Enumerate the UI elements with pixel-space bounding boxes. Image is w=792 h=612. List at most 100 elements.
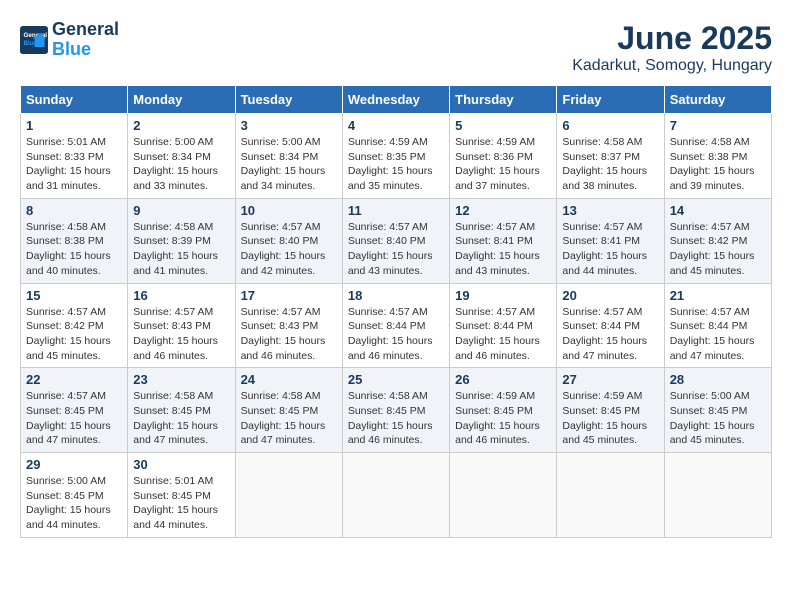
calendar-week-row: 29 Sunrise: 5:00 AM Sunset: 8:45 PM Dayli… bbox=[21, 453, 772, 538]
day-info: Sunrise: 4:57 AM Sunset: 8:40 PM Dayligh… bbox=[348, 220, 444, 279]
table-row: 18 Sunrise: 4:57 AM Sunset: 8:44 PM Dayli… bbox=[342, 283, 449, 368]
day-number: 12 bbox=[455, 203, 551, 218]
month-title: June 2025 bbox=[572, 20, 772, 57]
calendar-header-row: Sunday Monday Tuesday Wednesday Thursday… bbox=[21, 86, 772, 114]
col-sunday: Sunday bbox=[21, 86, 128, 114]
table-row: 4 Sunrise: 4:59 AM Sunset: 8:35 PM Daylig… bbox=[342, 114, 449, 199]
table-row bbox=[235, 453, 342, 538]
day-info: Sunrise: 4:57 AM Sunset: 8:41 PM Dayligh… bbox=[455, 220, 551, 279]
table-row: 17Sunrise: 4:57 AM Sunset: 8:43 PM Dayli… bbox=[235, 283, 342, 368]
table-row: 16 Sunrise: 4:57 AM Sunset: 8:43 PM Dayli… bbox=[128, 283, 235, 368]
table-row: 23 Sunrise: 4:58 AM Sunset: 8:45 PM Dayli… bbox=[128, 368, 235, 453]
day-info: Sunrise: 4:57 AM Sunset: 8:41 PM Dayligh… bbox=[562, 220, 658, 279]
day-info: Sunrise: 4:57 AM Sunset: 8:40 PM Dayligh… bbox=[241, 220, 337, 279]
col-saturday: Saturday bbox=[664, 86, 771, 114]
day-info: Sunrise: 5:00 AM Sunset: 8:34 PM Dayligh… bbox=[133, 135, 229, 194]
table-row bbox=[557, 453, 664, 538]
day-number: 11 bbox=[348, 203, 444, 218]
table-row: 8 Sunrise: 4:58 AM Sunset: 8:38 PM Daylig… bbox=[21, 198, 128, 283]
table-row bbox=[342, 453, 449, 538]
table-row: 26Sunrise: 4:59 AM Sunset: 8:45 PM Dayli… bbox=[450, 368, 557, 453]
location-title: Kadarkut, Somogy, Hungary bbox=[572, 57, 772, 75]
logo-icon: General Blue bbox=[20, 26, 48, 54]
day-number: 18 bbox=[348, 288, 444, 303]
day-number: 15 bbox=[26, 288, 122, 303]
calendar-week-row: 22 Sunrise: 4:57 AM Sunset: 8:45 PM Dayli… bbox=[21, 368, 772, 453]
calendar-week-row: 8 Sunrise: 4:58 AM Sunset: 8:38 PM Daylig… bbox=[21, 198, 772, 283]
table-row bbox=[450, 453, 557, 538]
col-monday: Monday bbox=[128, 86, 235, 114]
page-header: General Blue GeneralBlue June 2025 Kadar… bbox=[20, 20, 772, 75]
day-number: 30 bbox=[133, 457, 229, 472]
table-row: 7 Sunrise: 4:58 AM Sunset: 8:38 PM Daylig… bbox=[664, 114, 771, 199]
day-number: 29 bbox=[26, 457, 122, 472]
day-number: 6 bbox=[562, 118, 658, 133]
table-row: 5 Sunrise: 4:59 AM Sunset: 8:36 PM Daylig… bbox=[450, 114, 557, 199]
table-row: 25 Sunrise: 4:58 AM Sunset: 8:45 PM Dayli… bbox=[342, 368, 449, 453]
table-row: 30 Sunrise: 5:01 AM Sunset: 8:45 PM Dayli… bbox=[128, 453, 235, 538]
day-info: Sunrise: 5:01 AM Sunset: 8:33 PM Dayligh… bbox=[26, 135, 122, 194]
day-number: 3 bbox=[241, 118, 337, 133]
table-row: 11 Sunrise: 4:57 AM Sunset: 8:40 PM Dayli… bbox=[342, 198, 449, 283]
day-number: 23 bbox=[133, 372, 229, 387]
table-row: 9 Sunrise: 4:58 AM Sunset: 8:39 PM Daylig… bbox=[128, 198, 235, 283]
day-info: Sunrise: 4:57 AM Sunset: 8:42 PM Dayligh… bbox=[670, 220, 766, 279]
day-number: 28 bbox=[670, 372, 766, 387]
day-number: 20 bbox=[562, 288, 658, 303]
day-number: 5 bbox=[455, 118, 551, 133]
day-info: Sunrise: 5:00 AM Sunset: 8:45 PM Dayligh… bbox=[670, 389, 766, 448]
day-number: 19 bbox=[455, 288, 551, 303]
table-row: 27 Sunrise: 4:59 AM Sunset: 8:45 PM Dayli… bbox=[557, 368, 664, 453]
table-row: 20Sunrise: 4:57 AM Sunset: 8:44 PM Dayli… bbox=[557, 283, 664, 368]
day-info: Sunrise: 4:57 AM Sunset: 8:44 PM Dayligh… bbox=[455, 305, 551, 364]
table-row: 24Sunrise: 4:58 AM Sunset: 8:45 PM Dayli… bbox=[235, 368, 342, 453]
calendar-table: Sunday Monday Tuesday Wednesday Thursday… bbox=[20, 85, 772, 538]
day-info: Sunrise: 4:58 AM Sunset: 8:45 PM Dayligh… bbox=[133, 389, 229, 448]
day-number: 25 bbox=[348, 372, 444, 387]
day-number: 22 bbox=[26, 372, 122, 387]
table-row: 14Sunrise: 4:57 AM Sunset: 8:42 PM Dayli… bbox=[664, 198, 771, 283]
table-row: 6 Sunrise: 4:58 AM Sunset: 8:37 PM Daylig… bbox=[557, 114, 664, 199]
day-number: 4 bbox=[348, 118, 444, 133]
table-row: 19 Sunrise: 4:57 AM Sunset: 8:44 PM Dayli… bbox=[450, 283, 557, 368]
day-info: Sunrise: 4:58 AM Sunset: 8:38 PM Dayligh… bbox=[670, 135, 766, 194]
day-info: Sunrise: 4:57 AM Sunset: 8:43 PM Dayligh… bbox=[133, 305, 229, 364]
table-row: 3 Sunrise: 5:00 AM Sunset: 8:34 PM Daylig… bbox=[235, 114, 342, 199]
day-number: 27 bbox=[562, 372, 658, 387]
day-info: Sunrise: 4:58 AM Sunset: 8:38 PM Dayligh… bbox=[26, 220, 122, 279]
table-row: 28 Sunrise: 5:00 AM Sunset: 8:45 PM Dayli… bbox=[664, 368, 771, 453]
col-tuesday: Tuesday bbox=[235, 86, 342, 114]
day-info: Sunrise: 4:58 AM Sunset: 8:45 PM Dayligh… bbox=[348, 389, 444, 448]
day-number: 16 bbox=[133, 288, 229, 303]
day-info: Sunrise: 5:00 AM Sunset: 8:45 PM Dayligh… bbox=[26, 474, 122, 533]
day-info: Sunrise: 4:58 AM Sunset: 8:39 PM Dayligh… bbox=[133, 220, 229, 279]
day-number: 13 bbox=[562, 203, 658, 218]
day-info: Sunrise: 4:57 AM Sunset: 8:45 PM Dayligh… bbox=[26, 389, 122, 448]
title-block: June 2025 Kadarkut, Somogy, Hungary bbox=[572, 20, 772, 75]
col-thursday: Thursday bbox=[450, 86, 557, 114]
day-info: Sunrise: 4:57 AM Sunset: 8:44 PM Dayligh… bbox=[670, 305, 766, 364]
day-number: 7 bbox=[670, 118, 766, 133]
day-info: Sunrise: 4:59 AM Sunset: 8:36 PM Dayligh… bbox=[455, 135, 551, 194]
day-number: 1 bbox=[26, 118, 122, 133]
day-info: Sunrise: 4:58 AM Sunset: 8:37 PM Dayligh… bbox=[562, 135, 658, 194]
day-number: 8 bbox=[26, 203, 122, 218]
day-info: Sunrise: 4:57 AM Sunset: 8:44 PM Dayligh… bbox=[348, 305, 444, 364]
day-number: 17 bbox=[241, 288, 337, 303]
day-number: 21 bbox=[670, 288, 766, 303]
day-info: Sunrise: 4:59 AM Sunset: 8:35 PM Dayligh… bbox=[348, 135, 444, 194]
table-row: 15 Sunrise: 4:57 AM Sunset: 8:42 PM Dayli… bbox=[21, 283, 128, 368]
day-number: 10 bbox=[241, 203, 337, 218]
day-info: Sunrise: 5:01 AM Sunset: 8:45 PM Dayligh… bbox=[133, 474, 229, 533]
calendar-week-row: 15 Sunrise: 4:57 AM Sunset: 8:42 PM Dayli… bbox=[21, 283, 772, 368]
day-info: Sunrise: 5:00 AM Sunset: 8:34 PM Dayligh… bbox=[241, 135, 337, 194]
day-number: 24 bbox=[241, 372, 337, 387]
day-number: 9 bbox=[133, 203, 229, 218]
day-info: Sunrise: 4:57 AM Sunset: 8:42 PM Dayligh… bbox=[26, 305, 122, 364]
table-row: 10 Sunrise: 4:57 AM Sunset: 8:40 PM Dayli… bbox=[235, 198, 342, 283]
table-row: 12 Sunrise: 4:57 AM Sunset: 8:41 PM Dayli… bbox=[450, 198, 557, 283]
col-wednesday: Wednesday bbox=[342, 86, 449, 114]
col-friday: Friday bbox=[557, 86, 664, 114]
day-info: Sunrise: 4:59 AM Sunset: 8:45 PM Dayligh… bbox=[562, 389, 658, 448]
table-row: 1 Sunrise: 5:01 AM Sunset: 8:33 PM Daylig… bbox=[21, 114, 128, 199]
